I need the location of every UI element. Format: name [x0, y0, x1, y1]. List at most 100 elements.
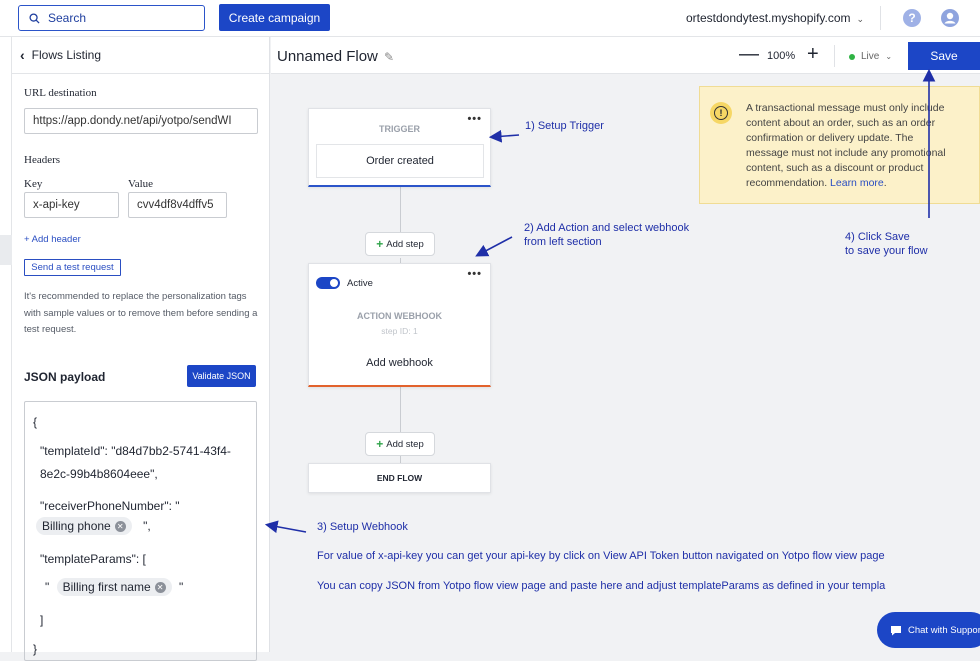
chat-label: Chat with Support — [908, 624, 980, 636]
warning-body: A transactional message must only includ… — [746, 102, 946, 189]
pencil-icon[interactable]: ✎ — [384, 50, 394, 64]
zoom-out-button[interactable]: — — [739, 43, 759, 66]
store-selector[interactable]: ortestdondytest.myshopify.com ⌄ — [686, 11, 864, 25]
transactional-warning: ! A transactional message must only incl… — [699, 86, 980, 204]
chat-icon — [891, 625, 901, 635]
json-line: Billing phone ✕ ", — [36, 517, 151, 535]
store-name: ortestdondytest.myshopify.com — [686, 11, 851, 25]
url-label: URL destination — [24, 87, 97, 99]
chip-label: Billing first name — [62, 580, 151, 594]
chevron-left-icon: ‹ — [20, 47, 25, 63]
chevron-down-icon: ⌄ — [856, 14, 865, 24]
toggle-switch[interactable] — [316, 277, 340, 289]
annotation-line: 4) Click Save — [845, 231, 910, 243]
json-line: { — [33, 415, 38, 429]
trigger-event[interactable]: Order created — [316, 144, 484, 178]
annotation-step-1: 1) Setup Trigger — [525, 120, 604, 132]
validate-json-button[interactable]: Validate JSON — [187, 365, 256, 387]
plus-icon: + — [376, 437, 384, 451]
warning-end: . — [883, 177, 887, 189]
tag-chip-billing-first-name[interactable]: Billing first name ✕ — [56, 578, 172, 596]
back-to-flows-link[interactable]: ‹ Flows Listing — [12, 37, 269, 74]
connector — [400, 456, 401, 463]
flow-title[interactable]: Unnamed Flow — [277, 48, 378, 65]
json-payload-title: JSON payload — [24, 370, 106, 384]
test-request-note: It's recommended to replace the personal… — [24, 291, 258, 335]
save-button[interactable]: Save — [908, 42, 980, 70]
search-icon — [29, 12, 40, 24]
back-label: Flows Listing — [31, 48, 102, 62]
warning-text: A transactional message must only includ… — [746, 101, 956, 191]
active-label: Active — [347, 277, 373, 289]
plus-icon: + — [376, 237, 384, 251]
nav-strip-active[interactable] — [0, 235, 12, 265]
help-icon[interactable]: ? — [903, 9, 921, 27]
add-step-label: Add step — [386, 438, 424, 450]
live-dot-icon — [849, 53, 855, 60]
remove-icon[interactable]: ✕ — [154, 581, 166, 593]
key-label: Key — [24, 178, 43, 190]
add-header-link[interactable]: + Add header — [24, 234, 81, 245]
end-flow-node: END FLOW — [308, 463, 491, 493]
add-step-button[interactable]: + Add step — [365, 432, 435, 456]
annotation-line: 2) Add Action and select webhook — [524, 222, 690, 234]
more-options-icon[interactable]: ••• — [467, 268, 482, 280]
url-input[interactable]: https://app.dondy.net/api/yotpo/sendWI — [24, 108, 258, 134]
header-value-input[interactable]: cvv4df8v4dffv5 — [128, 192, 227, 218]
add-step-label: Add step — [386, 238, 424, 250]
action-webhook-node[interactable]: ••• Active ACTION WEBHOOK step ID: 1 Add… — [308, 263, 491, 387]
json-text: " — [45, 580, 50, 594]
annotation-step-3: 3) Setup Webhook — [317, 521, 408, 533]
top-bar: Search Create campaign ortestdondytest.m… — [0, 0, 980, 37]
user-icon[interactable] — [941, 9, 959, 27]
json-line: "templateParams": [ — [40, 552, 146, 566]
send-test-request-button[interactable]: Send a test request — [24, 259, 121, 276]
connector — [400, 187, 401, 232]
tag-chip-billing-phone[interactable]: Billing phone ✕ — [36, 517, 132, 535]
annotation-line: to save your flow — [845, 245, 928, 257]
json-line: "templateId": "d84d7bb2-5741-43f4- — [40, 444, 231, 458]
flow-toolbar: Unnamed Flow ✎ — 100% + Live ⌄ Save — [271, 37, 980, 74]
zoom-in-button[interactable]: + — [807, 43, 819, 66]
headers-label: Headers — [24, 154, 61, 166]
warning-icon: ! — [710, 102, 732, 124]
nav-strip — [0, 37, 12, 652]
add-webhook-label[interactable]: Add webhook — [309, 357, 490, 369]
chevron-down-icon: ⌄ — [885, 52, 893, 61]
annotation-step-4: 4) Click Save to save your flow — [845, 230, 928, 258]
annotation-line: from left section — [524, 236, 602, 248]
annotation-step-2: 2) Add Action and select webhook from lef… — [524, 221, 689, 249]
status-dropdown[interactable]: Live ⌄ — [849, 51, 892, 62]
json-line: " Billing first name ✕ " — [45, 578, 183, 596]
connector — [400, 387, 401, 432]
status-label: Live — [861, 51, 880, 62]
chat-with-support-button[interactable]: Chat with Support — [877, 612, 980, 648]
value-label: Value — [128, 178, 154, 190]
divider — [880, 6, 881, 30]
step-id: step ID: 1 — [381, 326, 418, 336]
remove-icon[interactable]: ✕ — [114, 520, 126, 532]
json-payload-editor[interactable]: { "templateId": "d84d7bb2-5741-43f4- 8e2… — [24, 401, 257, 661]
search-button[interactable]: Search — [18, 5, 205, 31]
json-line: "receiverPhoneNumber": " — [40, 499, 180, 513]
active-toggle[interactable]: Active — [316, 277, 373, 289]
json-line: 8e2c-99b4b8604eee", — [40, 467, 158, 481]
annotation-json-note: You can copy JSON from Yotpo flow view p… — [317, 580, 886, 592]
divider — [834, 45, 835, 67]
trigger-node[interactable]: ••• TRIGGER Order created — [308, 108, 491, 187]
annotation-api-key-note: For value of x-api-key you can get your … — [317, 550, 885, 562]
webhook-config-panel: ‹ Flows Listing URL destination https://… — [12, 37, 270, 661]
zoom-level: 100% — [767, 50, 796, 62]
trigger-header: TRIGGER — [378, 124, 420, 134]
json-line: ] — [40, 613, 44, 627]
json-text: ", — [143, 519, 151, 533]
create-campaign-button[interactable]: Create campaign — [219, 4, 330, 31]
learn-more-link[interactable]: Learn more — [830, 177, 884, 189]
add-step-button[interactable]: + Add step — [365, 232, 435, 256]
search-label: Search — [48, 11, 87, 25]
chip-label: Billing phone — [42, 519, 111, 533]
json-text: " — [178, 580, 184, 594]
json-line: } — [33, 642, 38, 656]
flow-canvas[interactable]: ••• TRIGGER Order created + Add step ••• … — [271, 75, 980, 652]
header-key-input[interactable]: x-api-key — [24, 192, 119, 218]
